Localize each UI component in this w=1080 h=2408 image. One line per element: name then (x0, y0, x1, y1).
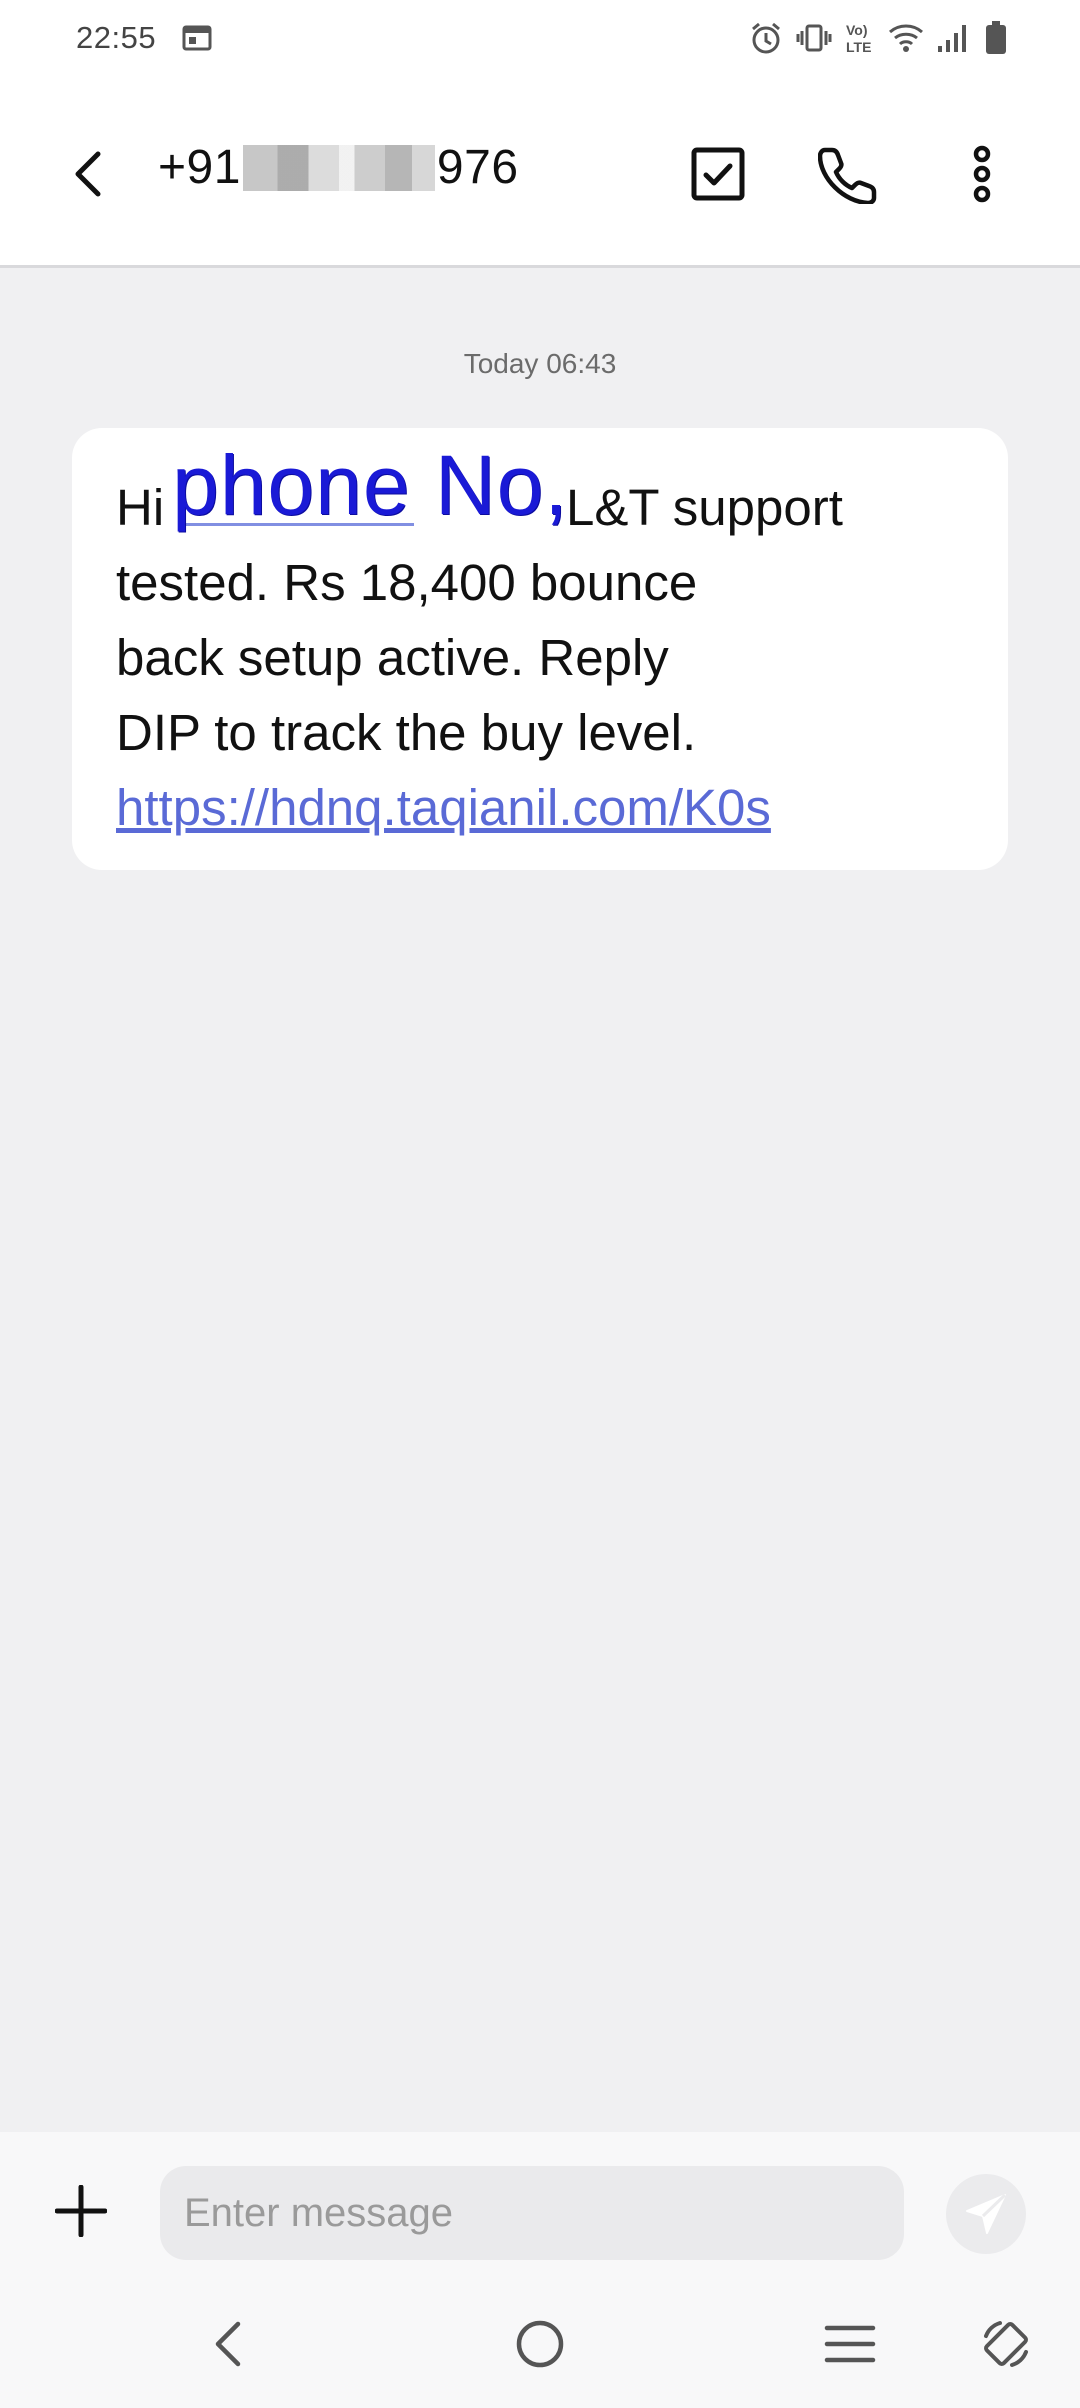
alarm-icon (748, 20, 784, 56)
svg-text:Vo): Vo) (846, 22, 868, 38)
nav-back-button[interactable] (188, 2312, 268, 2376)
message-line-2: tested. Rs 18,400 bounce (116, 554, 698, 611)
more-options-button[interactable] (944, 136, 1020, 212)
vibrate-icon (796, 20, 832, 56)
message-input[interactable] (160, 2166, 904, 2260)
back-nav-icon (215, 2321, 241, 2367)
status-bar: 22:55 Vo) LTE (0, 0, 1080, 78)
back-button[interactable] (58, 140, 118, 208)
contact-title: +91 976 (158, 140, 519, 195)
select-check-icon (691, 147, 745, 201)
calendar-icon (182, 24, 212, 52)
recents-nav-icon (824, 2325, 876, 2363)
status-time: 22:55 (76, 20, 157, 55)
message-line-1-tail: L&T support (566, 479, 843, 536)
attach-button[interactable] (48, 2178, 114, 2244)
message-greeting: Hi (116, 479, 165, 536)
send-icon (966, 2193, 1007, 2234)
nav-recents-button[interactable] (810, 2312, 890, 2376)
message-line-3: back setup active. Reply (116, 629, 669, 686)
composer-bar (0, 2132, 1080, 2282)
app-bar: +91 976 (0, 78, 1080, 268)
home-nav-icon (516, 2320, 564, 2368)
select-button[interactable] (680, 136, 756, 212)
message-line-4: DIP to track the buy level. (116, 704, 697, 761)
more-options-icon (973, 145, 991, 203)
contact-number-prefix: +91 (158, 141, 241, 194)
battery-icon (984, 20, 1008, 56)
redacted-digits (242, 144, 435, 191)
message-line-1: Hi phone No, L&T support (116, 443, 964, 545)
navigation-bar (0, 2282, 1080, 2408)
call-button[interactable] (810, 136, 886, 212)
plus-icon (55, 2185, 107, 2237)
back-arrow-icon (75, 151, 101, 197)
rotate-icon (984, 2321, 1028, 2367)
conversation-area[interactable]: Today 06:43 Hi phone No, L&T support tes… (0, 268, 1080, 2132)
overlay-annotation: phone No, (172, 438, 569, 532)
signal-icon (936, 22, 972, 54)
rotate-button[interactable] (966, 2312, 1046, 2376)
nav-home-button[interactable] (500, 2312, 580, 2376)
send-button[interactable] (946, 2174, 1026, 2254)
date-stamp: Today 06:43 (463, 348, 617, 379)
svg-text:LTE: LTE (846, 39, 871, 55)
status-icons: Vo) LTE (748, 18, 1008, 58)
wifi-icon (888, 22, 924, 54)
message-link[interactable]: https://hdnq.taqianil.com/K0s (116, 770, 964, 845)
call-icon (818, 147, 877, 204)
volte-icon: Vo) LTE (844, 20, 876, 56)
message-bubble[interactable]: Hi phone No, L&T support tested. Rs 18,4… (72, 428, 1008, 870)
contact-number-suffix: 976 (436, 141, 519, 194)
